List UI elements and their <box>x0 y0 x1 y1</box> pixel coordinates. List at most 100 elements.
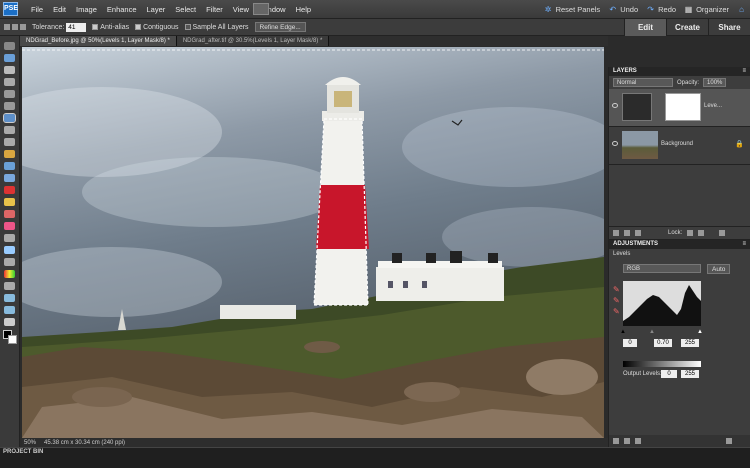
doc-tab-before[interactable]: NDGrad_Before.jpg @ 50%(Levels 1, Layer … <box>20 36 177 46</box>
layers-panel-header[interactable]: LAYERS ≡ <box>609 67 750 76</box>
blur-tool-icon[interactable] <box>4 294 15 302</box>
histogram-graph <box>623 285 701 326</box>
layer-row-background[interactable]: Background 🔒 <box>609 127 750 165</box>
input-mid-field[interactable]: 0.70 <box>654 339 672 347</box>
midtone-slider[interactable]: ▲ <box>649 329 655 335</box>
delete-layer-icon[interactable] <box>719 230 726 236</box>
crop-tool-icon[interactable] <box>4 150 15 158</box>
redo-button[interactable]: ↷ Redo <box>646 5 676 14</box>
layer-mask-thumbnail[interactable] <box>665 93 701 121</box>
sample-all-option[interactable]: Sample All Layers <box>184 24 249 31</box>
hand-tool-icon[interactable] <box>4 66 15 74</box>
healing-brush-tool-icon[interactable] <box>4 198 15 206</box>
visibility-eye-icon[interactable] <box>612 141 618 146</box>
zoom-level[interactable]: 50% <box>24 440 36 446</box>
refine-edge-button[interactable]: Refine Edge... <box>254 22 306 32</box>
white-eyedropper-icon[interactable]: ✎ <box>613 307 620 316</box>
lasso-tool-icon[interactable] <box>4 102 15 110</box>
input-slider-track[interactable]: ▲ ▲ ▲ <box>620 329 703 335</box>
layer-row-levels[interactable]: Leve... <box>609 89 750 127</box>
visibility-eye-icon[interactable] <box>612 103 618 108</box>
organizer-button[interactable]: ▦ Organizer <box>684 5 729 14</box>
view-previous-icon[interactable] <box>624 438 630 444</box>
menu-list: File Edit Image Enhance Layer Select Fil… <box>26 0 316 19</box>
sponge-tool-icon[interactable] <box>4 306 15 314</box>
brush-tool-icon[interactable] <box>4 234 15 242</box>
eraser-tool-icon[interactable] <box>4 222 15 230</box>
tool-mode-icons[interactable] <box>4 24 26 30</box>
menu-filter[interactable]: Filter <box>201 5 228 14</box>
black-eyedropper-icon[interactable]: ✎ <box>613 285 620 294</box>
clip-layer-icon[interactable] <box>613 438 619 444</box>
sample-all-checkbox[interactable] <box>184 24 191 30</box>
contiguous-checkbox[interactable] <box>135 24 142 30</box>
menu-view[interactable]: View <box>228 5 254 14</box>
magic-wand-tool-icon[interactable] <box>3 113 16 123</box>
adjustments-panel-title: ADJUSTMENTS <box>613 241 659 247</box>
anti-alias-checkbox[interactable] <box>92 24 99 30</box>
gray-eyedropper-icon[interactable]: ✎ <box>613 296 620 305</box>
menu-layer[interactable]: Layer <box>142 5 171 14</box>
menu-edit[interactable]: Edit <box>48 5 71 14</box>
color-swatches[interactable] <box>3 330 19 346</box>
home-icon[interactable]: ⌂ <box>737 5 746 14</box>
marquee-tool-icon[interactable] <box>4 90 15 98</box>
move-tool-icon[interactable] <box>4 42 15 50</box>
panel-menu-icon[interactable]: ≡ <box>742 67 746 76</box>
cookie-cutter-tool-icon[interactable] <box>4 162 15 170</box>
background-color-swatch[interactable] <box>8 335 17 344</box>
undo-button[interactable]: ↶ Undo <box>608 5 638 14</box>
paint-bucket-tool-icon[interactable] <box>4 258 15 266</box>
link-layers-icon[interactable] <box>635 230 641 236</box>
menu-file[interactable]: File <box>26 5 48 14</box>
menu-select[interactable]: Select <box>170 5 201 14</box>
clone-stamp-tool-icon[interactable] <box>4 210 15 218</box>
subtract-selection-icon[interactable] <box>20 24 26 30</box>
adjustment-layer-icon <box>622 93 652 121</box>
menu-help[interactable]: Help <box>291 5 316 14</box>
red-eye-tool-icon[interactable] <box>4 186 15 194</box>
shape-tool-icon[interactable] <box>4 282 15 290</box>
gradient-tool-icon[interactable] <box>4 270 15 278</box>
new-layer-icon[interactable] <box>613 230 619 236</box>
tab-create[interactable]: Create <box>666 19 708 36</box>
image-canvas[interactable] <box>22 47 604 438</box>
auto-button[interactable]: Auto <box>707 264 731 274</box>
add-selection-icon[interactable] <box>12 24 18 30</box>
anti-alias-option[interactable]: Anti-alias <box>92 24 129 31</box>
tab-edit[interactable]: Edit <box>624 19 666 36</box>
lock-all-icon[interactable] <box>698 230 705 236</box>
tab-share[interactable]: Share <box>708 19 750 36</box>
channel-select[interactable]: RGB <box>623 264 701 273</box>
lock-transparent-icon[interactable] <box>687 230 694 236</box>
text-tool-icon[interactable] <box>4 138 15 146</box>
smart-brush-tool-icon[interactable] <box>4 246 15 254</box>
new-adjustment-icon[interactable] <box>624 230 630 236</box>
pencil-tool-icon[interactable] <box>4 318 15 326</box>
output-black-field[interactable]: 0 <box>661 370 677 378</box>
reset-panels-button[interactable]: ✲ Reset Panels <box>544 5 600 14</box>
tolerance-input[interactable]: 41 <box>66 22 87 32</box>
new-selection-icon[interactable] <box>4 24 10 30</box>
input-white-field[interactable]: 255 <box>681 339 699 347</box>
straighten-tool-icon[interactable] <box>4 174 15 182</box>
menu-enhance[interactable]: Enhance <box>102 5 142 14</box>
doc-tab-after[interactable]: NDGrad_after.tif @ 30.5%(Levels 1, Layer… <box>176 36 330 46</box>
delete-adjustment-icon[interactable] <box>726 438 732 444</box>
adjustments-panel-header[interactable]: ADJUSTMENTS ≡ <box>609 240 750 249</box>
selection-brush-tool-icon[interactable] <box>4 126 15 134</box>
white-point-slider[interactable]: ▲ <box>697 329 703 335</box>
opacity-input[interactable]: 100% <box>703 78 727 87</box>
project-bin[interactable]: PROJECT BIN <box>0 447 750 468</box>
blend-mode-select[interactable]: Normal <box>613 78 673 87</box>
reset-adjustment-icon[interactable] <box>635 438 641 444</box>
menu-image[interactable]: Image <box>71 5 102 14</box>
arrange-panels-icon[interactable] <box>253 3 269 15</box>
zoom-tool-icon[interactable] <box>4 54 15 62</box>
input-black-field[interactable]: 0 <box>623 339 637 347</box>
contiguous-option[interactable]: Contiguous <box>135 24 179 31</box>
black-point-slider[interactable]: ▲ <box>620 329 626 335</box>
output-white-field[interactable]: 255 <box>681 370 699 378</box>
panel-menu-icon[interactable]: ≡ <box>742 240 746 249</box>
eyedropper-tool-icon[interactable] <box>4 78 15 86</box>
